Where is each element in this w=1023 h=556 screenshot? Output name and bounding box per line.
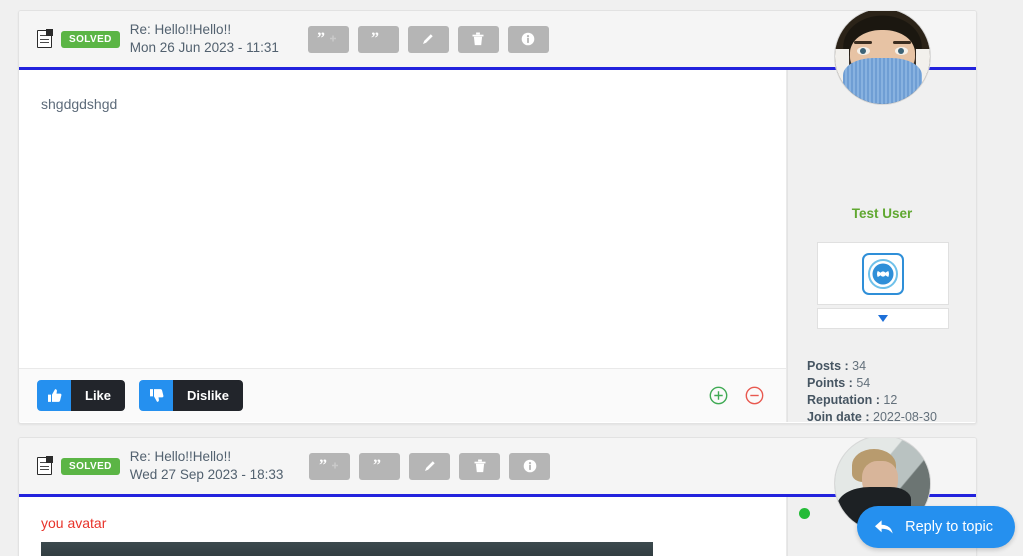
thumbs-up-icon xyxy=(37,380,71,411)
quote-button[interactable]: ” xyxy=(359,452,401,480)
stat-key: Join date : xyxy=(807,410,870,424)
svg-text:”: ” xyxy=(319,459,327,473)
post-body-wrap: you avatar xyxy=(19,438,976,556)
svg-text:”: ” xyxy=(371,32,379,46)
stat-row: Posts : 34 xyxy=(807,358,937,375)
dislike-button[interactable]: Dislike xyxy=(139,380,243,411)
multiquote-button[interactable]: ” xyxy=(309,452,351,480)
post-footer: Like Dislike xyxy=(19,368,786,422)
status-badge: SOLVED xyxy=(61,30,120,48)
stat-value: 34 xyxy=(852,359,867,373)
author-stats: Posts : 34 Points : 54 Reputation : 12 J… xyxy=(807,358,937,424)
rank-badge-box xyxy=(817,242,949,305)
info-icon xyxy=(521,32,535,46)
rank-expand-box[interactable] xyxy=(817,308,949,329)
quote-icon: ” xyxy=(371,32,379,46)
document-icon xyxy=(37,456,53,475)
delete-button[interactable] xyxy=(457,25,499,53)
plus-reputation-button[interactable] xyxy=(709,386,728,405)
post-content-area: shgdgdshgd Like Dislike xyxy=(19,70,787,422)
document-icon xyxy=(37,29,53,48)
post-body-text: shgdgdshgd xyxy=(41,96,118,112)
trash-icon xyxy=(472,32,484,46)
reputation-group xyxy=(709,386,764,405)
trash-icon xyxy=(474,459,486,473)
like-label: Like xyxy=(71,380,126,411)
post-body-text: you avatar xyxy=(41,515,107,531)
rank-badge-icon xyxy=(862,252,904,295)
post-title: Re: Hello!!Hello!! xyxy=(129,22,232,38)
multiquote-button[interactable]: ” xyxy=(307,25,349,53)
online-status-indicator xyxy=(799,508,810,519)
delete-button[interactable] xyxy=(459,452,501,480)
post-tool-row: ” ” xyxy=(309,452,551,480)
info-icon xyxy=(523,459,537,473)
reply-to-topic-button[interactable]: Reply to topic xyxy=(857,506,1015,548)
post-header: SOLVED Re: Hello!!Hello!! Wed 27 Sep 202… xyxy=(19,438,976,497)
post-card: SOLVED Re: Hello!!Hello!! Wed 27 Sep 202… xyxy=(18,437,977,556)
thumbs-down-icon xyxy=(139,380,174,411)
info-button[interactable] xyxy=(507,25,549,53)
post-card: SOLVED Re: Hello!!Hello!! Mon 26 Jun 202… xyxy=(18,10,977,424)
post-author-profile: Test User Posts: 34 Points: 54 Reputat… xyxy=(787,11,976,424)
minus-reputation-button[interactable] xyxy=(745,386,764,405)
stat-value: 54 xyxy=(856,376,871,390)
quote-icon: ” xyxy=(373,459,381,473)
svg-text:”: ” xyxy=(317,32,325,46)
edit-button[interactable] xyxy=(407,25,449,53)
status-badge: SOLVED xyxy=(61,457,120,475)
post-header: SOLVED Re: Hello!!Hello!! Mon 26 Jun 202… xyxy=(19,11,976,70)
quote-plus-icon: ” xyxy=(317,32,337,46)
stat-value: 12 xyxy=(883,393,898,407)
post-content-area: you avatar xyxy=(19,497,787,556)
stat-key: Points : xyxy=(807,376,853,390)
post-tool-row: ” ” xyxy=(307,25,549,53)
quote-plus-icon: ” xyxy=(319,459,338,473)
post-embedded-image xyxy=(41,542,653,556)
author-username[interactable]: Test User xyxy=(788,206,976,221)
pencil-icon xyxy=(423,34,433,44)
post-body-wrap: shgdgdshgd Like Dislike Test User Posts … xyxy=(19,11,976,424)
reply-arrow-icon xyxy=(875,520,893,534)
vote-group: Like Dislike xyxy=(37,380,243,411)
pencil-icon xyxy=(424,461,435,471)
like-button[interactable]: Like xyxy=(37,380,126,411)
stat-key: Posts : xyxy=(807,359,849,373)
stat-row: Points : 54 xyxy=(807,375,937,392)
post-title: Re: Hello!!Hello!! xyxy=(129,449,232,465)
reply-to-topic-label: Reply to topic xyxy=(905,519,993,535)
svg-text:”: ” xyxy=(373,459,381,473)
stat-row: Join date : 2022-08-30 xyxy=(807,409,937,424)
post-title-block: Re: Hello!!Hello!! Mon 26 Jun 2023 - 11:… xyxy=(130,21,282,57)
dislike-label: Dislike xyxy=(173,380,243,411)
stat-row: Reputation : 12 xyxy=(807,392,937,409)
triangle-down-icon xyxy=(878,315,888,322)
quote-button[interactable]: ” xyxy=(357,25,399,53)
post-date: Mon 26 Jun 2023 - 11:31 xyxy=(129,40,279,55)
stat-key: Reputation : xyxy=(807,393,880,407)
edit-button[interactable] xyxy=(409,452,451,480)
forum-topic-page: SOLVED Re: Hello!!Hello!! Mon 26 Jun 202… xyxy=(0,0,1023,556)
avatar[interactable] xyxy=(834,11,931,105)
post-title-block: Re: Hello!!Hello!! Wed 27 Sep 2023 - 18:… xyxy=(130,448,284,484)
post-date: Wed 27 Sep 2023 - 18:33 xyxy=(129,467,284,482)
info-button[interactable] xyxy=(509,452,551,480)
stat-value: 2022-08-30 xyxy=(873,410,937,424)
